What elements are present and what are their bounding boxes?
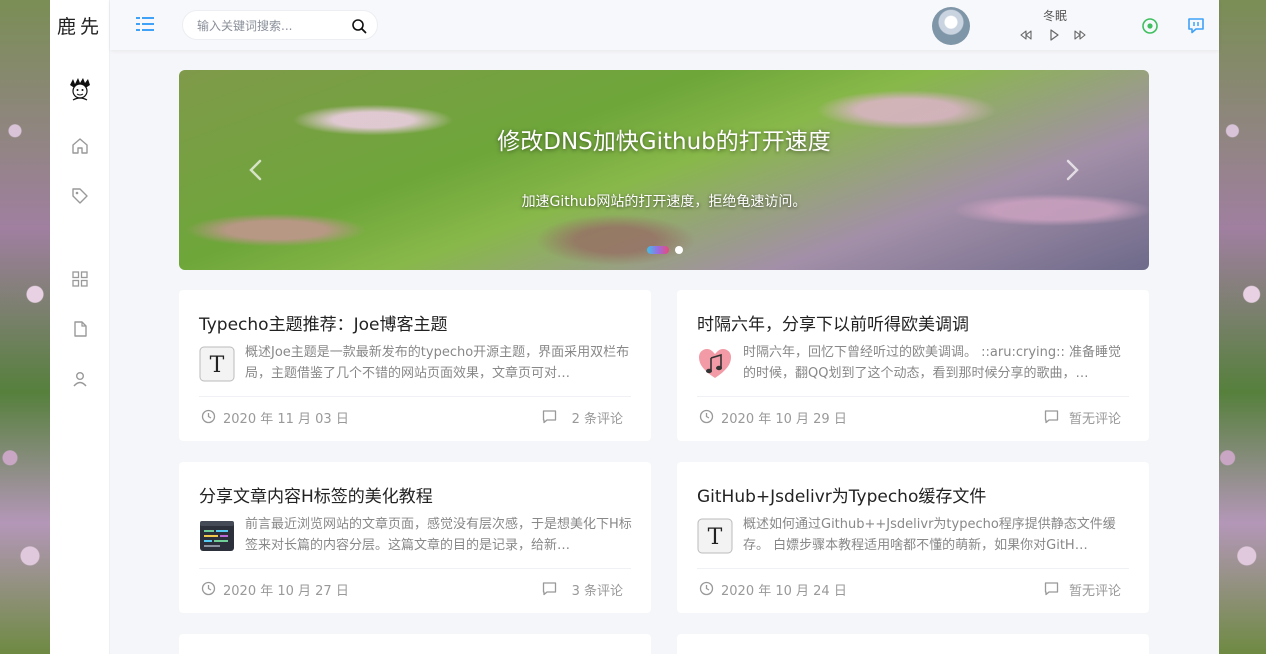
article-summary: 概述如何通过Github++Jsdelivr为typecho程序提供静态文件缓存…: [743, 517, 1116, 553]
article-title[interactable]: 时隔六年，分享下以前听得欧美调调: [697, 310, 969, 335]
article-title[interactable]: Typecho主题推荐：Joe博客主题: [199, 310, 447, 335]
typora-t-icon: T: [199, 346, 235, 382]
divider: [199, 568, 631, 569]
article-title[interactable]: 分享文章内容H标签的美化教程: [199, 482, 433, 507]
top-header: 冬眠: [110, 0, 1219, 50]
comment-icon: [1044, 410, 1059, 424]
file-icon[interactable]: [71, 320, 89, 338]
tag-icon[interactable]: [71, 187, 89, 205]
clock-icon: [201, 409, 216, 424]
clock-icon: [699, 581, 714, 596]
svg-text:T: T: [708, 525, 723, 550]
article-card[interactable]: Typecho主题推荐：Joe博客主题 T 概述Joe主题是一款最新发布的typ…: [179, 290, 651, 441]
search-input[interactable]: [197, 17, 347, 35]
article-comment-count[interactable]: 3 条评论: [572, 580, 623, 599]
typora-t-icon: T: [697, 518, 733, 554]
music-heart-icon: [699, 349, 731, 378]
article-comment-count[interactable]: 2 条评论: [572, 408, 623, 427]
article-date: 2020 年 10 月 27 日: [223, 584, 349, 599]
play-icon[interactable]: [1047, 28, 1061, 42]
main-content: 冬眠 修改DNS加快Github的打开速度 加速Github网站的打开速度，拒绝…: [110, 0, 1219, 654]
menu-toggle-icon[interactable]: [136, 16, 154, 32]
banner-subtitle: 加速Github网站的打开速度，拒绝龟速访问。: [521, 194, 807, 210]
music-title: 冬眠: [1042, 9, 1067, 23]
article-date: 2020 年 10 月 24 日: [721, 584, 847, 599]
article-summary: 时隔六年，回忆下曾经听过的欧美调调。 ::aru:crying:: 准备睡觉的时…: [743, 345, 1122, 381]
music-cover-image[interactable]: [932, 7, 970, 45]
comment-icon: [542, 410, 557, 424]
article-card[interactable]: 时隔六年，分享下以前听得欧美调调 时隔六年，回忆下曾经听过的欧美调调。 ::ar…: [677, 290, 1149, 441]
previous-track-icon[interactable]: [1019, 28, 1033, 42]
divider: [697, 568, 1129, 569]
background-left: [0, 0, 50, 654]
banner-title[interactable]: 修改DNS加快Github的打开速度: [179, 122, 1149, 156]
comment-icon: [1044, 582, 1059, 596]
divider: [697, 396, 1129, 397]
banner-dot-active[interactable]: [647, 246, 669, 254]
user-icon[interactable]: [71, 370, 89, 388]
comment-icon: [542, 582, 557, 596]
background-right: [1218, 0, 1266, 654]
article-summary: 前言最近浏览网站的文章页面，感觉没有层次感，于是想美化下H标签来对长篇的内容分层…: [245, 517, 632, 553]
svg-text:T: T: [210, 353, 225, 378]
article-comment-count[interactable]: 暂无评论: [1069, 408, 1121, 427]
featured-banner[interactable]: 修改DNS加快Github的打开速度 加速Github网站的打开速度，拒绝龟速访…: [179, 70, 1149, 270]
target-icon[interactable]: [1141, 17, 1159, 35]
article-title[interactable]: GitHub+Jsdelivr为Typecho缓存文件: [697, 482, 986, 507]
code-editor-icon: [200, 521, 234, 551]
article-card[interactable]: [179, 634, 651, 654]
chat-icon[interactable]: [1187, 17, 1205, 35]
article-card[interactable]: GitHub+Jsdelivr为Typecho缓存文件 T 概述如何通过Gith…: [677, 462, 1149, 613]
banner-prev-arrow-icon[interactable]: [247, 158, 265, 182]
sidebar: 鹿先: [50, 0, 110, 654]
banner-next-arrow-icon[interactable]: [1063, 158, 1081, 182]
clock-icon: [201, 581, 216, 596]
divider: [199, 396, 631, 397]
article-card[interactable]: 分享文章内容H标签的美化教程 前言最近浏览网站的文章页面，感觉没有层次感，于是想…: [179, 462, 651, 613]
article-date: 2020 年 10 月 29 日: [721, 412, 847, 427]
next-track-icon[interactable]: [1073, 28, 1087, 42]
grid-icon[interactable]: [71, 270, 89, 288]
article-date: 2020 年 11 月 03 日: [223, 412, 349, 427]
clock-icon: [699, 409, 714, 424]
search-box: [182, 10, 378, 40]
home-icon[interactable]: [71, 137, 89, 155]
avatar[interactable]: [67, 76, 93, 102]
site-logo[interactable]: 鹿先: [50, 0, 110, 50]
article-card[interactable]: [677, 634, 1149, 654]
article-summary: 概述Joe主题是一款最新发布的typecho开源主题，界面采用双栏布局，主题借鉴…: [245, 345, 630, 381]
article-comment-count[interactable]: 暂无评论: [1069, 580, 1121, 599]
banner-dot[interactable]: [675, 246, 683, 254]
search-icon[interactable]: [351, 18, 367, 34]
